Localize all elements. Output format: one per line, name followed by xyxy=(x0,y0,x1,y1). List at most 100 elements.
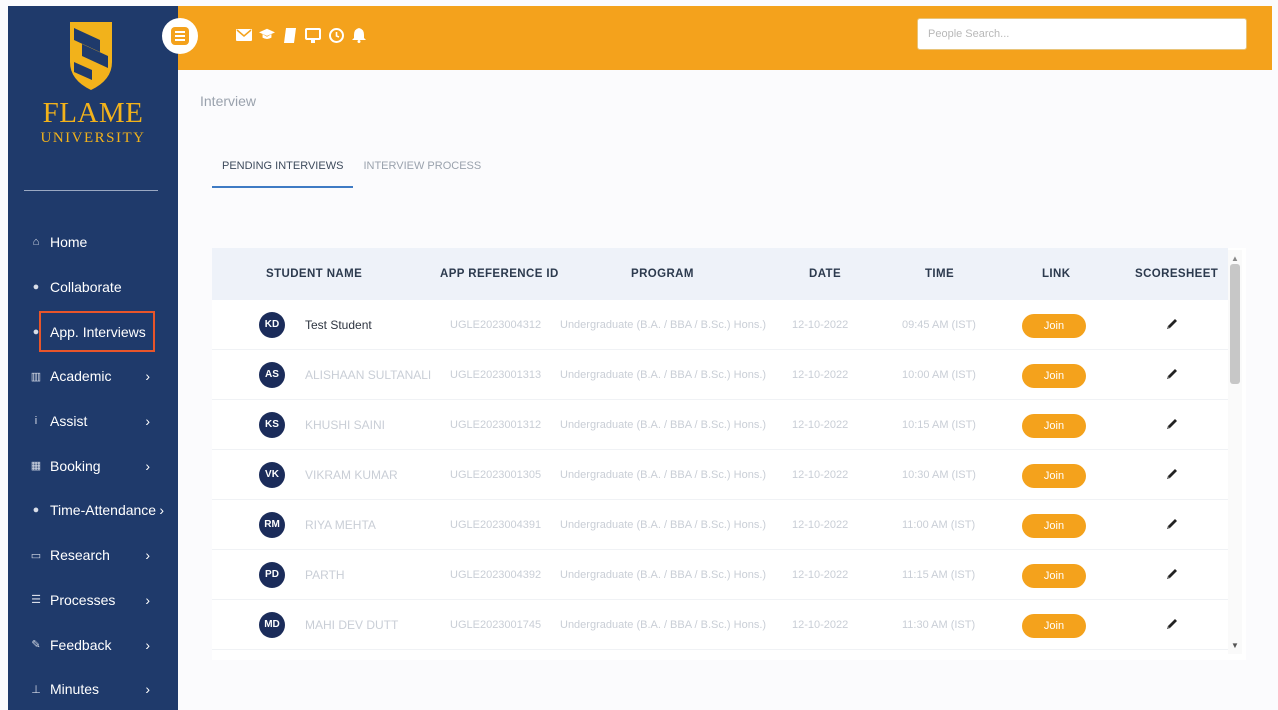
app-reference-id: UGLE2023004312 xyxy=(450,319,542,331)
sidebar-item-collaborate[interactable]: ● Collaborate xyxy=(8,265,178,310)
university-logo[interactable]: FLAME UNIVERSITY xyxy=(8,6,178,196)
tab-interview-process[interactable]: INTERVIEW PROCESS xyxy=(353,152,491,188)
join-button[interactable]: Join xyxy=(1022,414,1086,438)
app-reference-id: UGLE2023001313 xyxy=(450,369,542,381)
time: 11:00 AM (IST) xyxy=(902,519,976,531)
book-icon[interactable] xyxy=(282,26,298,44)
column-header-app-reference-id[interactable]: APP REFERENCE ID xyxy=(440,248,559,300)
program: Undergraduate (B.A. / BBA / B.Sc.) Hons.… xyxy=(560,569,767,581)
mail-icon[interactable] xyxy=(236,26,252,44)
sidebar-item-minutes[interactable]: ⊥ Minutes › xyxy=(8,667,178,710)
chat-icon: ● xyxy=(32,281,40,294)
time: 10:30 AM (IST) xyxy=(902,469,976,481)
pencil-icon[interactable] xyxy=(1165,517,1179,531)
sidebar-item-label: Research xyxy=(50,547,110,564)
avatar: VK xyxy=(259,462,285,488)
column-header-time[interactable]: TIME xyxy=(925,248,954,300)
sidebar-item-label: Booking xyxy=(50,457,101,474)
sidebar-item-research[interactable]: ▭ Research › xyxy=(8,533,178,578)
join-button[interactable]: Join xyxy=(1022,464,1086,488)
student-name: KHUSHI SAINI xyxy=(305,418,386,432)
sidebar-item-label: Collaborate xyxy=(50,279,122,296)
sidebar-item-processes[interactable]: ☰ Processes › xyxy=(8,578,178,623)
app-reference-id: UGLE2023001312 xyxy=(450,419,542,431)
page-title: Interview xyxy=(200,93,257,109)
table-scrollbar[interactable]: ▲ ▼ xyxy=(1228,250,1242,654)
date: 12-10-2022 xyxy=(792,369,849,381)
sidebar-item-feedback[interactable]: ✎ Feedback › xyxy=(8,622,178,667)
date: 12-10-2022 xyxy=(792,619,849,631)
table-row: PD PARTH UGLE2023004392 Undergraduate (B… xyxy=(212,550,1228,600)
column-header-link[interactable]: LINK xyxy=(1042,248,1070,300)
sidebar-item-assist[interactable]: i Assist › xyxy=(8,399,178,444)
column-header-date[interactable]: DATE xyxy=(809,248,841,300)
sidebar-divider xyxy=(24,190,158,191)
avatar: KS xyxy=(259,412,285,438)
app-reference-id: UGLE2023004391 xyxy=(450,519,542,531)
table-row: AS ALISHAAN SULTANALI UGLE2023001313 Und… xyxy=(212,350,1228,400)
pencil-icon[interactable] xyxy=(1165,367,1179,381)
sitemap-icon: ⊥ xyxy=(31,683,41,696)
sidebar-item-home[interactable]: ⌂ Home xyxy=(8,220,178,265)
student-name: PARTH xyxy=(305,568,345,582)
menu-toggle-button[interactable] xyxy=(162,18,198,54)
sidebar-item-label: Feedback xyxy=(50,636,112,653)
sidebar-item-label: Processes xyxy=(50,591,116,608)
sidebar-item-booking[interactable]: ▦ Booking › xyxy=(8,443,178,488)
scrollbar-thumb[interactable] xyxy=(1230,264,1240,384)
program: Undergraduate (B.A. / BBA / B.Sc.) Hons.… xyxy=(560,519,767,531)
home-icon: ⌂ xyxy=(32,236,40,249)
table-row: KD Test Student UGLE2023004312 Undergrad… xyxy=(212,300,1228,350)
app-reference-id: UGLE2023001305 xyxy=(450,469,542,481)
join-button[interactable]: Join xyxy=(1022,514,1086,538)
join-button[interactable]: Join xyxy=(1022,364,1086,388)
chevron-right-icon: › xyxy=(145,591,150,608)
sidebar-item-app-interviews[interactable]: ● App. Interviews xyxy=(8,309,178,354)
app-reference-id: UGLE2023001745 xyxy=(450,619,542,631)
sidebar-item-label: Home xyxy=(50,234,88,251)
people-search-input[interactable] xyxy=(917,18,1247,50)
tab-bar: PENDING INTERVIEWS INTERVIEW PROCESS xyxy=(212,152,491,188)
monitor-icon[interactable] xyxy=(305,26,321,44)
sidebar-item-time-attendance[interactable]: ● Time-Attendance › xyxy=(8,488,178,533)
join-button[interactable]: Join xyxy=(1022,314,1086,338)
table-row: VK VIKRAM KUMAR UGLE2023001305 Undergrad… xyxy=(212,450,1228,500)
shield-logo-icon xyxy=(70,22,112,90)
sidebar-item-academic[interactable]: ▥ Academic › xyxy=(8,354,178,399)
app-reference-id: UGLE2023004392 xyxy=(450,569,542,581)
join-button[interactable]: Join xyxy=(1022,564,1086,588)
graduation-cap-icon[interactable] xyxy=(259,26,275,44)
clipboard-icon: ▭ xyxy=(30,549,42,562)
program: Undergraduate (B.A. / BBA / B.Sc.) Hons.… xyxy=(560,469,767,481)
tab-pending-interviews[interactable]: PENDING INTERVIEWS xyxy=(212,152,354,188)
edit-icon: ✎ xyxy=(31,639,41,652)
pencil-icon[interactable] xyxy=(1165,417,1179,431)
scroll-up-arrow-icon[interactable]: ▲ xyxy=(1231,254,1239,263)
university-subtitle: UNIVERSITY xyxy=(40,130,146,146)
chevron-right-icon: › xyxy=(145,413,150,430)
student-name: ALISHAAN SULTANALI xyxy=(305,368,432,382)
chevron-right-icon: › xyxy=(145,457,150,474)
column-header-program[interactable]: PROGRAM xyxy=(631,248,694,300)
column-header-scoresheet[interactable]: SCORESHEET xyxy=(1135,248,1218,300)
join-button[interactable]: Join xyxy=(1022,614,1086,638)
clock-icon[interactable] xyxy=(328,26,344,44)
pencil-icon[interactable] xyxy=(1165,317,1179,331)
column-header-student-name[interactable]: STUDENT NAME xyxy=(266,248,362,300)
pencil-icon[interactable] xyxy=(1165,467,1179,481)
time: 10:00 AM (IST) xyxy=(902,369,976,381)
time: 09:45 AM (IST) xyxy=(902,319,976,331)
pencil-icon[interactable] xyxy=(1165,617,1179,631)
scroll-down-arrow-icon[interactable]: ▼ xyxy=(1231,641,1239,650)
sidebar-item-label: Minutes xyxy=(50,681,100,698)
table-row: MD MAHI DEV DUTT UGLE2023001745 Undergra… xyxy=(212,600,1228,650)
pencil-icon[interactable] xyxy=(1165,567,1179,581)
student-name: MAHI DEV DUTT xyxy=(305,618,399,632)
user-icon: ● xyxy=(32,504,40,517)
program: Undergraduate (B.A. / BBA / B.Sc.) Hons.… xyxy=(560,319,767,331)
student-name: RIYA MEHTA xyxy=(305,518,376,532)
sidebar-item-label: Assist xyxy=(50,413,88,430)
time: 10:15 AM (IST) xyxy=(902,419,976,431)
chevron-right-icon: › xyxy=(145,681,150,698)
bell-icon[interactable] xyxy=(351,26,367,44)
